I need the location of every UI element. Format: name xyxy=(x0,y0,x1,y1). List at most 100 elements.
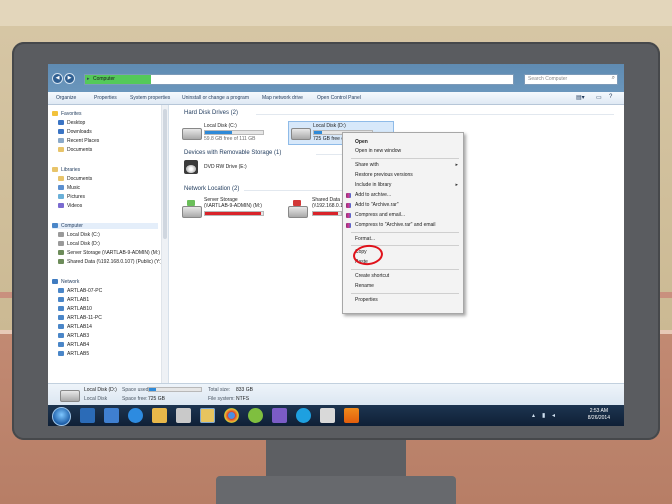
taskbar-app-icon[interactable] xyxy=(320,408,335,423)
menu-restore-versions[interactable]: Restore previous versions xyxy=(355,172,413,178)
details-name: Local Disk (D:) xyxy=(84,387,117,393)
nav-label: ARTLAB5 xyxy=(67,351,90,357)
nav-scrollbar[interactable] xyxy=(161,105,168,383)
group-hard-disk-drives[interactable]: Hard Disk Drives (2) xyxy=(184,110,238,116)
taskbar-app-icon[interactable] xyxy=(176,408,191,423)
libraries-icon xyxy=(52,167,58,172)
group-network-location[interactable]: Network Location (2) xyxy=(184,186,239,192)
menu-format[interactable]: Format... xyxy=(355,236,375,242)
menu-properties[interactable]: Properties xyxy=(355,297,378,303)
uninstall-button[interactable]: Uninstall or change a program xyxy=(182,95,249,101)
search-box[interactable]: Search Computer ⌕ xyxy=(524,74,618,85)
taskbar-app-icon[interactable] xyxy=(248,408,263,423)
nav-label: Documents xyxy=(67,176,93,182)
start-button[interactable] xyxy=(52,407,71,426)
computer-icon xyxy=(58,306,64,311)
nav-documents[interactable]: Documents xyxy=(58,147,92,153)
taskbar-app-icon[interactable] xyxy=(272,408,287,423)
drive-name: DVD RW Drive (E:) xyxy=(204,164,247,170)
nav-downloads[interactable]: Downloads xyxy=(58,129,92,135)
control-panel-button[interactable]: Open Control Panel xyxy=(317,95,361,101)
nav-music[interactable]: Music xyxy=(58,185,80,191)
taskbar-app-icon[interactable] xyxy=(80,408,95,423)
taskbar-ie-icon[interactable] xyxy=(128,408,143,423)
nav-lib-documents[interactable]: Documents xyxy=(58,176,92,182)
nav-local-c[interactable]: Local Disk (C:) xyxy=(58,232,100,238)
view-options-icon[interactable]: ▤▾ xyxy=(576,94,585,101)
nav-shared-data[interactable]: Shared Data (\\192.168.0.107) (Public) (… xyxy=(58,259,162,265)
nav-server-storage[interactable]: Server Storage (\\ARTLAB-9-ADMIN) (M:) xyxy=(58,250,160,256)
network-drive-icon xyxy=(58,250,64,255)
scroll-thumb[interactable] xyxy=(163,109,167,239)
address-text: Computer xyxy=(93,76,115,82)
menu-include-library[interactable]: Include in library xyxy=(355,182,391,188)
taskbar-skype-icon[interactable] xyxy=(296,408,311,423)
nav-desktop[interactable]: Desktop xyxy=(58,120,85,126)
nav-label: ARTLAB10 xyxy=(67,306,92,312)
search-placeholder: Search Computer xyxy=(528,76,568,82)
nav-favorites[interactable]: Favorites xyxy=(52,111,82,117)
explorer-screen: ◀ ▶ ▸ Computer Search Computer ⌕ Organiz… xyxy=(48,64,624,426)
drive-local-c[interactable]: Local Disk (C:) 59.8 GB free of 111 GB xyxy=(182,122,282,146)
tray-volume-icon[interactable]: ◂ xyxy=(552,412,555,419)
menu-open-new-window[interactable]: Open in new window xyxy=(355,148,401,154)
nav-label: Documents xyxy=(67,147,93,153)
group-removable-storage[interactable]: Devices with Removable Storage (1) xyxy=(184,150,281,156)
menu-share-with[interactable]: Share with xyxy=(355,162,379,168)
nav-network-item[interactable]: ARTLAB-07-PC xyxy=(58,288,102,294)
drive-usage-bar xyxy=(204,211,264,216)
nav-computer[interactable]: Computer xyxy=(52,223,158,229)
help-icon[interactable]: ? xyxy=(609,94,612,100)
menu-compress-rar-email[interactable]: Compress to "Archive.rar" and email xyxy=(355,222,436,228)
menu-open[interactable]: Open xyxy=(355,139,368,145)
drive-dvd[interactable]: DVD RW Drive (E:) xyxy=(182,160,282,184)
menu-add-archive-rar[interactable]: Add to "Archive.rar" xyxy=(355,202,399,208)
system-properties-button[interactable]: System properties xyxy=(130,95,170,101)
nav-network-item[interactable]: ARTLAB1 xyxy=(58,297,89,303)
menu-rename[interactable]: Rename xyxy=(355,283,374,289)
menu-compress-email[interactable]: Compress and email... xyxy=(355,212,405,218)
forward-button[interactable]: ▶ xyxy=(64,73,75,84)
menu-add-archive[interactable]: Add to archive... xyxy=(355,192,391,198)
nav-recent-places[interactable]: Recent Places xyxy=(58,138,99,144)
nav-local-d[interactable]: Local Disk (D:) xyxy=(58,241,100,247)
computer-icon xyxy=(58,351,64,356)
taskbar-word-icon[interactable] xyxy=(104,408,119,423)
nav-network-item[interactable]: ARTLAB4 xyxy=(58,342,89,348)
nav-network-item[interactable]: ARTLAB3 xyxy=(58,333,89,339)
drive-shared-data[interactable]: Shared Data (\\192.168.0.10 xyxy=(288,196,346,222)
details-usage-bar xyxy=(148,387,202,392)
menu-create-shortcut[interactable]: Create shortcut xyxy=(355,273,389,279)
preview-pane-icon[interactable]: ▭ xyxy=(596,94,602,101)
taskbar-explorer-icon[interactable] xyxy=(200,408,215,423)
nav-videos[interactable]: Videos xyxy=(58,203,82,209)
nav-libraries[interactable]: Libraries xyxy=(52,167,80,173)
taskbar-chrome-icon[interactable] xyxy=(224,408,239,423)
tray-expand-icon[interactable]: ▴ xyxy=(532,412,535,419)
nav-network-item[interactable]: ARTLAB10 xyxy=(58,306,92,312)
back-button[interactable]: ◀ xyxy=(52,73,63,84)
network-drive-icon xyxy=(288,206,308,218)
nav-pictures[interactable]: Pictures xyxy=(58,194,85,200)
desktop-icon xyxy=(58,120,64,125)
nav-network-item[interactable]: ARTLAB5 xyxy=(58,351,89,357)
properties-button[interactable]: Properties xyxy=(94,95,117,101)
nav-network-item[interactable]: ARTLAB14 xyxy=(58,324,92,330)
taskbar-vlc-icon[interactable] xyxy=(344,408,359,423)
map-drive-button[interactable]: Map network drive xyxy=(262,95,303,101)
taskbar-media-icon[interactable] xyxy=(152,408,167,423)
details-usage-fill xyxy=(149,388,156,391)
drive-name: Local Disk (C:) xyxy=(204,123,237,129)
videos-icon xyxy=(58,203,64,208)
computer-icon xyxy=(58,324,64,329)
nav-label: Local Disk (C:) xyxy=(67,232,100,238)
tray-network-icon[interactable]: ▮ xyxy=(542,412,545,419)
organize-button[interactable]: Organize xyxy=(56,95,76,101)
winrar-icon xyxy=(346,213,351,218)
computer-icon: ▸ xyxy=(87,76,90,82)
nav-network[interactable]: Network xyxy=(52,279,79,285)
address-bar[interactable]: ▸ Computer xyxy=(84,74,514,85)
nav-network-item[interactable]: ARTLAB-11-PC xyxy=(58,315,102,321)
system-clock[interactable]: 2:53 AM 8/26/2014 xyxy=(588,408,610,422)
drive-server-storage[interactable]: Server Storage (\\ARTLAB-9-ADMIN) (M:) xyxy=(182,196,292,222)
